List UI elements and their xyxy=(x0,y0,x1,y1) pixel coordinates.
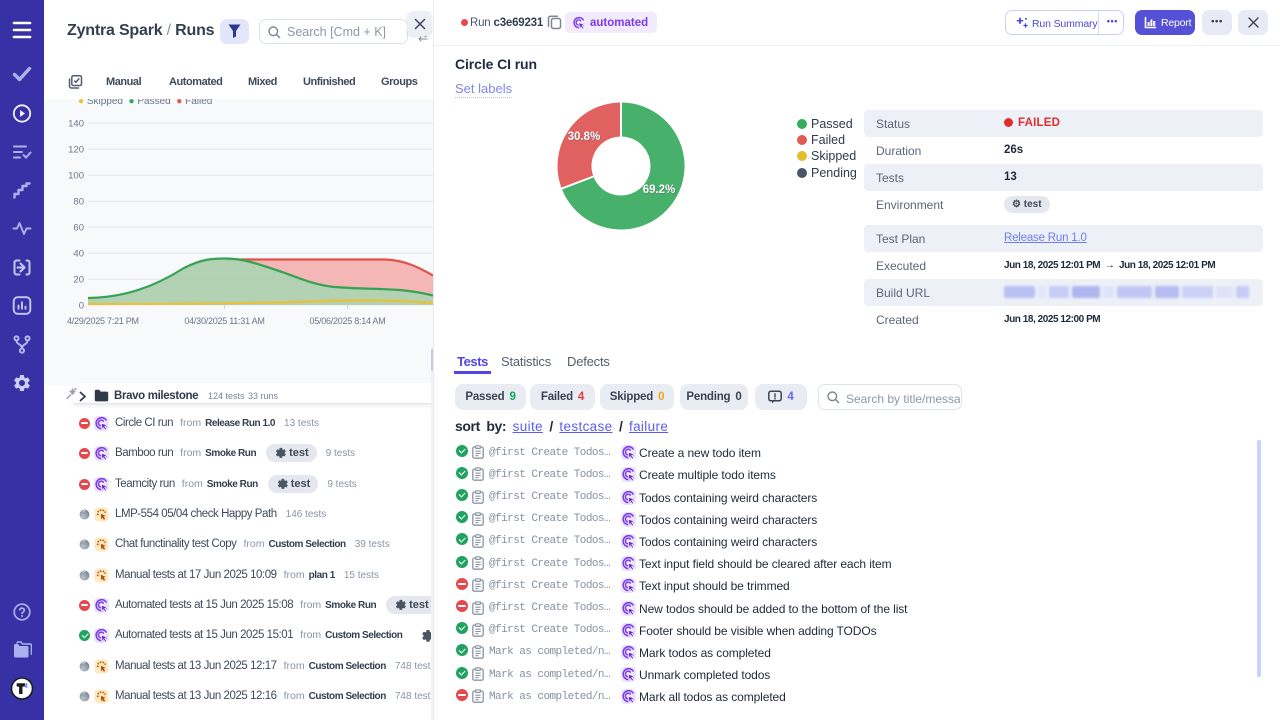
svg-text:120: 120 xyxy=(68,145,84,156)
svg-text:4/29/2025 7:21 PM: 4/29/2025 7:21 PM xyxy=(67,316,139,326)
svg-text:40: 40 xyxy=(73,249,84,260)
svg-text:60: 60 xyxy=(73,223,84,234)
svg-text:04/30/2025 11:31 AM: 04/30/2025 11:31 AM xyxy=(184,316,264,326)
svg-text:0: 0 xyxy=(79,301,84,312)
svg-text:05/06/2025 8:14 AM: 05/06/2025 8:14 AM xyxy=(309,316,385,326)
svg-text:20: 20 xyxy=(73,275,84,286)
svg-text:100: 100 xyxy=(68,171,84,182)
svg-text:80: 80 xyxy=(73,197,84,208)
svg-text:69.2%: 69.2% xyxy=(643,184,676,196)
svg-text:140: 140 xyxy=(68,119,84,130)
svg-text:30.8%: 30.8% xyxy=(568,131,601,143)
